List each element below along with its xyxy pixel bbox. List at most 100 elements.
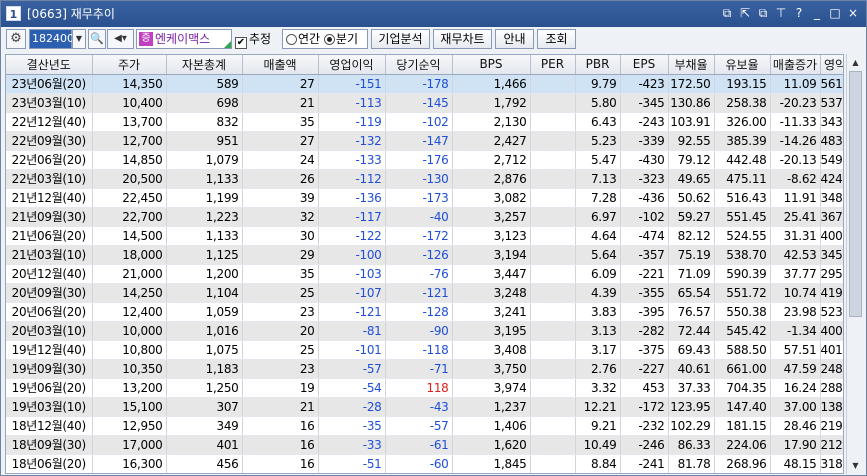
table-row[interactable]: 22년06월(20) 14,850 1,079 24 -133 -176 2,712 5.47… bbox=[6, 150, 843, 170]
column-header[interactable]: 결산년도 bbox=[6, 55, 93, 75]
column-header[interactable]: PBR bbox=[575, 55, 621, 75]
maximize-icon[interactable]: □ bbox=[828, 5, 842, 21]
table-cell: 20년03월(10) bbox=[6, 321, 93, 341]
table-cell: 23년03월(10) bbox=[6, 93, 93, 113]
table-row[interactable]: 19년09월(30) 10,350 1,183 23 -57 -71 3,750 2.76 -2… bbox=[6, 359, 843, 379]
table-row[interactable]: 18년12월(40) 12,950 349 16 -35 -57 1,406 9.21 -232… bbox=[6, 416, 843, 436]
table-cell: 258.38 bbox=[714, 93, 771, 113]
table-cell: 224.06 bbox=[714, 435, 771, 455]
estimate-checkbox[interactable]: ✔ 추정 bbox=[235, 29, 277, 49]
table-row[interactable]: 23년06월(20) 14,350 589 27 -151 -178 1,466 9.79 -4… bbox=[6, 74, 843, 94]
copy-window-icon[interactable]: ⧉ bbox=[756, 5, 770, 21]
column-header[interactable]: 매출증가 bbox=[770, 55, 821, 75]
table-row[interactable]: 19년12월(40) 10,800 1,075 25 -101 -118 3,408 3.17… bbox=[6, 340, 843, 360]
scrollbar-thumb[interactable] bbox=[849, 71, 862, 317]
table-cell bbox=[530, 74, 576, 94]
minimize-icon[interactable]: _ bbox=[810, 5, 824, 21]
close-icon[interactable]: × bbox=[846, 5, 860, 21]
table-cell: 21,000 bbox=[92, 264, 167, 284]
search-icon[interactable]: 🔍 bbox=[88, 29, 106, 49]
table-cell: 212.37 bbox=[820, 435, 843, 455]
table-cell: 424.78 bbox=[820, 169, 843, 189]
column-header[interactable]: EPS bbox=[620, 55, 669, 75]
table-row[interactable]: 19년06월(20) 13,200 1,250 19 -54 118 3,974 3.32 45… bbox=[6, 378, 843, 398]
table-row[interactable]: 19년03월(10) 15,100 307 21 -28 -43 1,237 12.21 -17… bbox=[6, 397, 843, 417]
table-cell: 25 bbox=[242, 340, 319, 360]
column-header[interactable]: 영익률 bbox=[820, 55, 843, 75]
scroll-down-icon[interactable]: ▼ bbox=[848, 458, 863, 473]
column-header[interactable]: 영업이익 bbox=[318, 55, 386, 75]
table-row[interactable]: 21년03월(10) 18,000 1,125 29 -100 -126 3,194 5.64… bbox=[6, 245, 843, 265]
radio-annual-label[interactable]: 연간 bbox=[298, 32, 320, 46]
column-header[interactable]: 자본총계 bbox=[166, 55, 243, 75]
table-row[interactable]: 18년09월(30) 17,000 401 16 -33 -61 1,620 10.49 -24… bbox=[6, 435, 843, 455]
column-header[interactable]: 유보율 bbox=[714, 55, 771, 75]
table-cell: 102.29 bbox=[668, 416, 715, 436]
table-cell: -151 bbox=[318, 74, 386, 94]
table-cell: 538.70 bbox=[714, 245, 771, 265]
link-window-icon[interactable]: ⧉ bbox=[720, 5, 734, 21]
column-header[interactable]: 주가 bbox=[92, 55, 167, 75]
table-cell: 698 bbox=[166, 93, 243, 113]
table-cell bbox=[530, 302, 576, 322]
table-row[interactable]: 22년12월(40) 13,700 832 35 -119 -102 2,130 6.43 -2… bbox=[6, 112, 843, 132]
estimate-checkbox-box[interactable]: ✔ bbox=[235, 37, 247, 49]
table-cell: 23 bbox=[242, 359, 319, 379]
table-row[interactable]: 21년12월(40) 22,450 1,199 39 -136 -173 3,082 7.28… bbox=[6, 188, 843, 208]
table-cell: 1,223 bbox=[166, 207, 243, 227]
table-row[interactable]: 20년09월(30) 14,250 1,104 25 -107 -121 3,248 4.39… bbox=[6, 283, 843, 303]
print-icon[interactable]: ⊤ bbox=[774, 5, 788, 21]
table-row[interactable]: 21년09월(30) 22,700 1,223 32 -117 -40 3,257 6.97-… bbox=[6, 207, 843, 227]
title-bar[interactable]: 1 [0663] 재무추이 ⧉ ⇱ ⧉ ⊤ ? _ □ × bbox=[1, 1, 866, 27]
table-cell: 1,075 bbox=[166, 340, 243, 360]
query-button[interactable]: 조회 bbox=[537, 29, 576, 49]
column-header[interactable]: PER bbox=[530, 55, 576, 75]
column-header[interactable]: 당기순익 bbox=[385, 55, 453, 75]
table-cell: 18년06월(20) bbox=[6, 454, 93, 473]
stock-code-dropdown-icon[interactable]: ▼ bbox=[72, 29, 86, 49]
vertical-scrollbar[interactable]: ▲ ▼ bbox=[846, 54, 863, 474]
financial-data-grid[interactable]: 결산년도 주가 자본총계 매출액 영업이익 당기순익 BPS PER PBR EPS 부채율 유보율 매… bbox=[5, 54, 844, 474]
scroll-up-icon[interactable]: ▲ bbox=[848, 55, 863, 70]
table-cell: -90 bbox=[385, 321, 453, 341]
table-cell: 307 bbox=[166, 397, 243, 417]
settings-gear-icon[interactable]: ⚙ bbox=[6, 29, 26, 49]
column-header[interactable]: 매출액 bbox=[242, 55, 319, 75]
financial-chart-button[interactable]: 재무차트 bbox=[433, 29, 492, 49]
column-header[interactable]: BPS bbox=[452, 55, 531, 75]
table-cell: -241 bbox=[620, 454, 669, 473]
company-name-field[interactable]: 증 엔케이맥스 bbox=[136, 29, 232, 49]
table-row[interactable]: 20년12월(40) 21,000 1,200 35 -103 -76 3,447 6.09-… bbox=[6, 264, 843, 284]
speaker-dropdown-icon[interactable]: ◀▾ bbox=[107, 29, 134, 49]
radio-quarter-label[interactable]: 분기 bbox=[336, 32, 358, 46]
column-header[interactable]: 부채율 bbox=[668, 55, 715, 75]
table-cell: 661.00 bbox=[714, 359, 771, 379]
table-cell: 79.12 bbox=[668, 150, 715, 170]
table-row[interactable]: 22년09월(30) 12,700 951 27 -132 -147 2,427 5.23 -3… bbox=[6, 131, 843, 151]
table-row[interactable]: 21년06월(20) 14,500 1,133 30 -122 -172 3,123 4.64… bbox=[6, 226, 843, 246]
help-icon[interactable]: ? bbox=[792, 5, 806, 21]
guide-button[interactable]: 안내 bbox=[495, 29, 534, 49]
table-cell bbox=[530, 169, 576, 189]
table-row[interactable]: 20년06월(20) 12,400 1,059 23 -121 -128 3,241 3.83… bbox=[6, 302, 843, 322]
table-cell: 549.55 bbox=[820, 150, 843, 170]
radio-quarter[interactable] bbox=[323, 34, 335, 45]
table-cell: 10.74 bbox=[770, 283, 821, 303]
table-cell: 16.24 bbox=[770, 378, 821, 398]
stock-code-input[interactable]: 182400 bbox=[29, 29, 74, 49]
financial-trend-window: 1 [0663] 재무추이 ⧉ ⇱ ⧉ ⊤ ? _ □ × ⚙ 182400 ▼… bbox=[0, 0, 867, 476]
table-row[interactable]: 20년03월(10) 10,000 1,016 20 -81 -90 3,195 3.13 -2… bbox=[6, 321, 843, 341]
table-cell: 21년12월(40) bbox=[6, 188, 93, 208]
table-row[interactable]: 22년03월(10) 20,500 1,133 26 -112 -130 2,876 7.13… bbox=[6, 169, 843, 189]
table-cell: 5.64 bbox=[575, 245, 621, 265]
radio-annual[interactable] bbox=[286, 34, 297, 45]
table-row[interactable]: 18년06월(20) 16,300 456 16 -51 -60 1,845 8.84 -241… bbox=[6, 454, 843, 473]
toolbar: ⚙ 182400 ▼ 🔍 ◀▾ 증 엔케이맥스 ✔ 추정 연간 분기 기업분석 재무… bbox=[1, 27, 866, 51]
table-row[interactable]: 23년03월(10) 10,400 698 21 -113 -145 1,792 5.80 -3… bbox=[6, 93, 843, 113]
table-cell: -132 bbox=[318, 131, 386, 151]
pin-top-icon[interactable]: ⇱ bbox=[738, 5, 752, 21]
company-analysis-button[interactable]: 기업분석 bbox=[371, 29, 430, 49]
table-cell: 71.09 bbox=[668, 264, 715, 284]
table-cell: 17.90 bbox=[770, 435, 821, 455]
table-cell: 181.15 bbox=[714, 416, 771, 436]
